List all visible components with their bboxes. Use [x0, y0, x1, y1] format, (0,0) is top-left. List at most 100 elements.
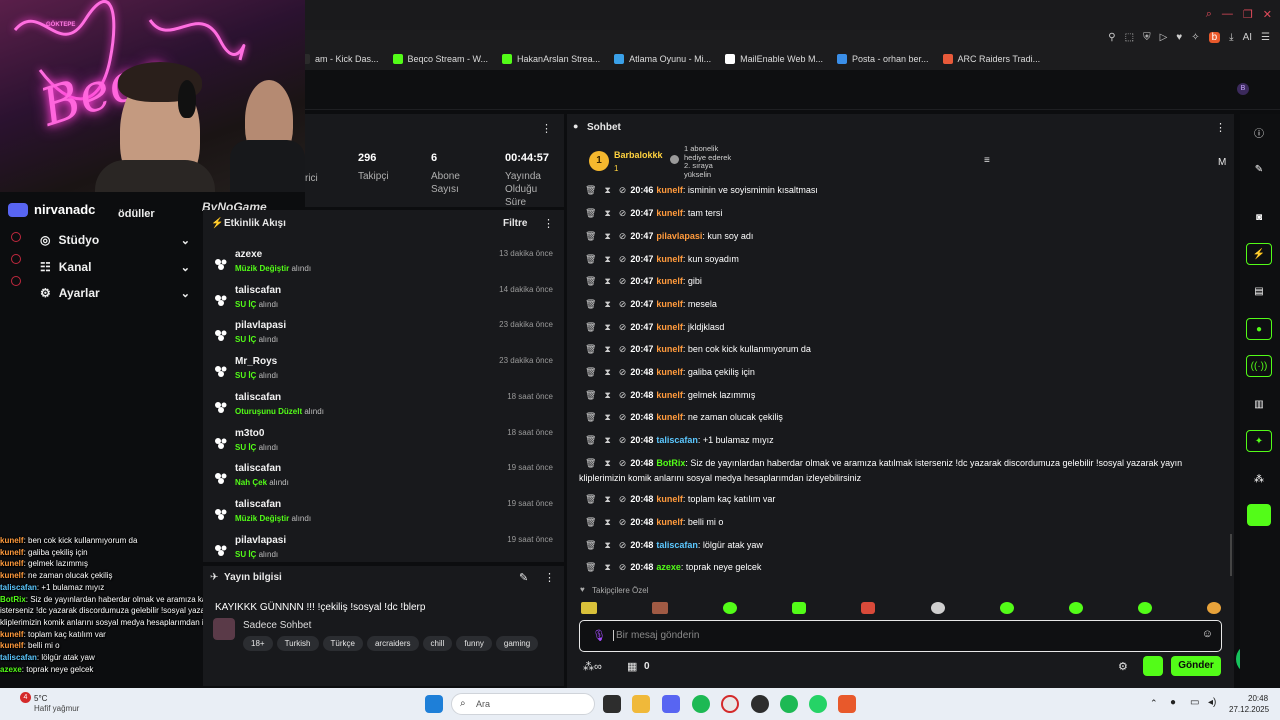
stream-tag[interactable]: gaming: [495, 636, 539, 651]
chat-message[interactable]: 🗑 ⧗ ⊘ 20:47 kunelf: jkldjklasd: [585, 322, 724, 333]
message-user[interactable]: kunelf: [656, 412, 683, 422]
delete-icon[interactable]: 🗑: [585, 208, 596, 218]
task-view-icon[interactable]: [603, 695, 621, 713]
delete-icon[interactable]: 🗑: [585, 517, 596, 527]
ban-icon[interactable]: ⊘: [619, 517, 627, 527]
chat-message[interactable]: 🗑 ⧗ ⊘ 20:48 taliscafan: +1 bulamaz mıyız: [585, 435, 774, 446]
history-icon[interactable]: [11, 232, 21, 242]
timeout-icon[interactable]: ⧗: [604, 562, 610, 572]
brave-icon[interactable]: [838, 695, 856, 713]
bookmark-item[interactable]: MailEnable Web M...: [725, 54, 823, 64]
send-button[interactable]: Gönder: [1171, 656, 1221, 676]
delete-icon[interactable]: 🗑: [585, 322, 596, 332]
delete-icon[interactable]: 🗑: [585, 390, 596, 400]
chat-message[interactable]: 🗑 ⧗ ⊘ 20:48 kunelf: galiba çekiliş için: [585, 367, 755, 378]
delete-icon[interactable]: 🗑: [585, 299, 596, 309]
ai-button[interactable]: AI: [1243, 32, 1252, 43]
timeout-icon[interactable]: ⧗: [604, 322, 610, 332]
ban-icon[interactable]: ⊘: [619, 276, 627, 286]
emote-icon[interactable]: [999, 602, 1014, 614]
scrollbar[interactable]: [1230, 534, 1232, 576]
message-user[interactable]: taliscafan: [656, 540, 698, 550]
timeout-icon[interactable]: ⧗: [604, 412, 610, 422]
delete-icon[interactable]: 🗑: [585, 344, 596, 354]
search-icon[interactable]: ⌕: [1206, 8, 1212, 21]
chat-message[interactable]: 🗑 ⧗ ⊘ 20:47 kunelf: mesela: [585, 299, 717, 310]
volume-icon[interactable]: ◂): [1208, 697, 1216, 708]
ban-icon[interactable]: ⊘: [619, 562, 627, 572]
message-user[interactable]: kunelf: [656, 185, 683, 195]
info-icon[interactable]: ⓘ: [1246, 121, 1272, 143]
notes-icon[interactable]: ▤: [1246, 280, 1272, 302]
play-icon[interactable]: ▷: [1160, 32, 1168, 43]
stream-tag[interactable]: 18+: [243, 636, 273, 651]
timeout-icon[interactable]: ⧗: [604, 435, 610, 445]
timeout-icon[interactable]: ⧗: [604, 344, 610, 354]
kebab-icon[interactable]: ⋮: [541, 122, 552, 135]
pin-icon[interactable]: ⚲: [1108, 32, 1115, 43]
wrench-icon[interactable]: ✦: [1246, 430, 1272, 452]
emote-icon[interactable]: [1137, 602, 1152, 614]
bookmark-item[interactable]: Posta - orhan ber...: [837, 54, 929, 64]
file-explorer-icon[interactable]: [632, 695, 650, 713]
ban-icon[interactable]: ⊘: [619, 254, 627, 264]
delete-icon[interactable]: 🗑: [585, 231, 596, 241]
timeout-icon[interactable]: ⧗: [604, 494, 610, 504]
collapse-icon[interactable]: ≡: [984, 155, 990, 166]
screenshot-icon[interactable]: ⬚: [1125, 32, 1134, 43]
pinned-leaderboard[interactable]: 1 Barbalokkk 1 1 abonelik hediye ederek …: [589, 144, 749, 178]
kick-bot-icon[interactable]: [1143, 656, 1163, 676]
activity-item[interactable]: taliscafan Müzik Değiştir alındı 19 saat ö…: [203, 496, 564, 531]
message-user[interactable]: kunelf: [656, 299, 683, 309]
ban-icon[interactable]: ⊘: [619, 299, 627, 309]
nav-settings[interactable]: ⚙ Ayarlar ⌄: [40, 286, 190, 300]
message-user[interactable]: kunelf: [656, 208, 683, 218]
bookmark-item[interactable]: Beqco Stream - W...: [392, 54, 488, 64]
delete-icon[interactable]: 🗑: [585, 494, 596, 504]
ban-icon[interactable]: ⊘: [619, 322, 627, 332]
emote-icon[interactable]: [581, 602, 597, 614]
chevron-up-icon[interactable]: ⌃: [1150, 698, 1158, 709]
taskbar-search[interactable]: ⌕ Ara: [451, 693, 595, 715]
delete-icon[interactable]: 🗑: [585, 540, 596, 550]
stream-tag[interactable]: funny: [456, 636, 492, 651]
timeout-icon[interactable]: ⧗: [604, 231, 610, 241]
avatar[interactable]: B: [1237, 83, 1249, 95]
delete-icon[interactable]: 🗑: [585, 367, 596, 377]
activity-item[interactable]: taliscafan Nah Çek alındı 19 saat önce: [203, 460, 564, 495]
message-user[interactable]: kunelf: [656, 517, 683, 527]
heart-icon[interactable]: ♥: [1176, 32, 1182, 43]
stream-tag[interactable]: Türkçe: [322, 636, 363, 651]
emote-icon[interactable]: [652, 602, 669, 614]
ban-icon[interactable]: ⊘: [619, 540, 627, 550]
chat-message[interactable]: 🗑 ⧗ ⊘ 20:46 kunelf: isminin ve soyismimin kı…: [585, 185, 818, 196]
activity-item[interactable]: Mr_Roys SU İÇ alındı 23 dakika önce: [203, 353, 564, 388]
emote-icon[interactable]: [861, 602, 876, 614]
restore-icon[interactable]: ❐: [1243, 8, 1253, 21]
activity-item[interactable]: pilavlapasi SU İÇ alındı 19 saat önce: [203, 532, 564, 567]
chat-message[interactable]: 🗑 ⧗ ⊘ 20:48 azexe: toprak neye gelcek: [585, 562, 761, 573]
clock-time[interactable]: 20:48: [1248, 694, 1268, 703]
delete-icon[interactable]: 🗑: [585, 562, 596, 572]
camera-icon[interactable]: ◙: [1246, 206, 1272, 228]
timeout-icon[interactable]: ⧗: [604, 276, 610, 286]
message-user[interactable]: pilavlapasi: [656, 231, 702, 241]
chat-message[interactable]: 🗑 ⧗ ⊘ 20:47 kunelf: gibi: [585, 276, 702, 287]
emote-icon[interactable]: [792, 602, 807, 614]
group-icon[interactable]: ⁂: [1246, 468, 1272, 490]
ban-icon[interactable]: ⊘: [619, 344, 627, 354]
message-user[interactable]: kunelf: [656, 367, 683, 377]
message-user[interactable]: azexe: [656, 562, 681, 572]
ban-icon[interactable]: ⊘: [619, 494, 627, 504]
extensions-icon[interactable]: ✧: [1191, 32, 1199, 43]
ban-icon[interactable]: ⊘: [619, 390, 627, 400]
bookmark-item[interactable]: am - Kick Das...: [300, 54, 379, 64]
chat-message[interactable]: 🗑 ⧗ ⊘ 20:48 kunelf: belli mi o: [585, 517, 723, 528]
edit-icon[interactable]: ✎: [519, 571, 528, 584]
chat-message[interactable]: 🗑 ⧗ ⊘ 20:47 pilavlapasi: kun soy adı: [585, 231, 753, 242]
nav-channel[interactable]: ☷ Kanal ⌄: [40, 260, 190, 274]
settings-icon[interactable]: [11, 276, 21, 286]
obs-icon[interactable]: [751, 695, 769, 713]
mic-icon[interactable]: ●: [1170, 697, 1176, 708]
timeout-icon[interactable]: ⧗: [604, 540, 610, 550]
